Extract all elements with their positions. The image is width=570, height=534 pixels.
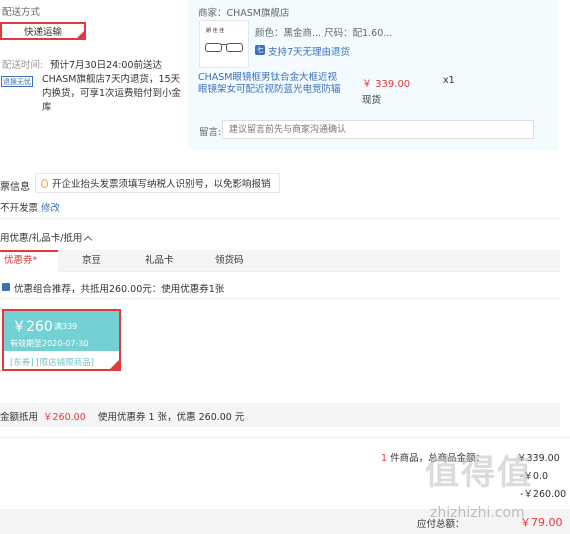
seven-day-return-icon: 七 <box>255 45 265 55</box>
chevron-up-icon <box>84 235 93 245</box>
thumbnail-logo: 朗 佳 佳 <box>206 28 225 34</box>
return-guarantee-icon: 退换无忧 <box>1 76 33 87</box>
divider <box>0 298 560 299</box>
tab-gift-card[interactable]: 礼品卡 <box>145 250 174 272</box>
recommend-text: 优惠组合推荐，共抵用260.00元：使用优惠券1张 <box>14 284 225 295</box>
discount-note: 使用优惠券 1 张，优惠 260.00 元 <box>98 412 245 423</box>
total-amount: ￥79.00 <box>520 516 563 529</box>
item-count: 1 <box>381 453 388 464</box>
shipping-time-value: 预计7月30日24:00前送达 <box>50 60 163 71</box>
coupon-amount: ￥260 <box>12 319 53 335</box>
product-thumbnail[interactable]: 朗 佳 佳 <box>199 20 249 68</box>
product-price: ￥ 339.00 <box>362 79 411 90</box>
shipping-method-button[interactable]: 快递运输 <box>0 22 86 40</box>
coupon-scope: [东券] [限店铺限商品] <box>10 358 94 368</box>
message-input[interactable] <box>222 120 534 139</box>
coupon-section-toggle[interactable]: 用优惠/礼品卡/抵用 <box>0 230 93 245</box>
product-title-link[interactable]: CHASM眼镜框男钛合金大框近视眼镜架女可配近视防蓝光电竞防辐 <box>198 72 346 96</box>
shop-name[interactable]: 商家：CHASM旗舰店 <box>198 5 290 19</box>
coupon-threshold: 满339 <box>54 322 78 331</box>
product-quantity: x1 <box>443 75 455 86</box>
shipping-time-label: 配送时间: <box>2 60 44 71</box>
divider <box>0 437 570 438</box>
invoice-type: 不开发票 <box>0 203 39 214</box>
product-attributes: 颜色：黑金商... 尺码：配1.60... <box>255 28 393 39</box>
discount-label: 金额抵用 <box>0 412 39 423</box>
tab-coupons[interactable]: 优惠券* <box>0 250 58 272</box>
glasses-lens-right-icon <box>226 43 243 52</box>
tab-jingdou[interactable]: 京豆 <box>82 250 101 272</box>
recommend-checkbox[interactable] <box>2 283 10 291</box>
location-pin-icon <box>41 178 48 188</box>
coupon-card[interactable]: ￥260 满339 有效期至2020-07-30 [东券] [限店铺限商品] <box>2 309 121 371</box>
stock-status: 现货 <box>362 95 382 106</box>
divider <box>0 218 560 219</box>
invoice-tip-text: 开企业抬头发票须填写纳税人识别号，以免影响报销 <box>52 179 271 190</box>
watermark-url: zhizhizhi.com <box>430 505 525 521</box>
discount-amount: ￥260.00 <box>43 412 86 423</box>
coupon-validity: 有效期至2020-07-30 <box>10 339 89 348</box>
invoice-edit-link[interactable]: 修改 <box>41 200 60 214</box>
shipping-label: 配送方式 <box>2 7 41 18</box>
return-policy-text: CHASM旗舰店7天内退货，15天内换货，可享1次运费赔付到小金库 <box>42 74 182 113</box>
invoice-tip: 开企业抬头发票须填写纳税人识别号，以免影响报销 <box>35 173 280 193</box>
coupon-section-title: 用优惠/礼品卡/抵用 <box>0 233 83 244</box>
message-label: 留言: <box>199 127 222 138</box>
tab-redeem-code[interactable]: 领货码 <box>215 250 244 272</box>
seven-day-return-text: 支持7天无理由退货 <box>268 47 351 58</box>
watermark: 值得值 <box>425 453 533 493</box>
invoice-label: 票信息 <box>0 182 30 193</box>
glasses-lens-left-icon <box>205 43 222 52</box>
